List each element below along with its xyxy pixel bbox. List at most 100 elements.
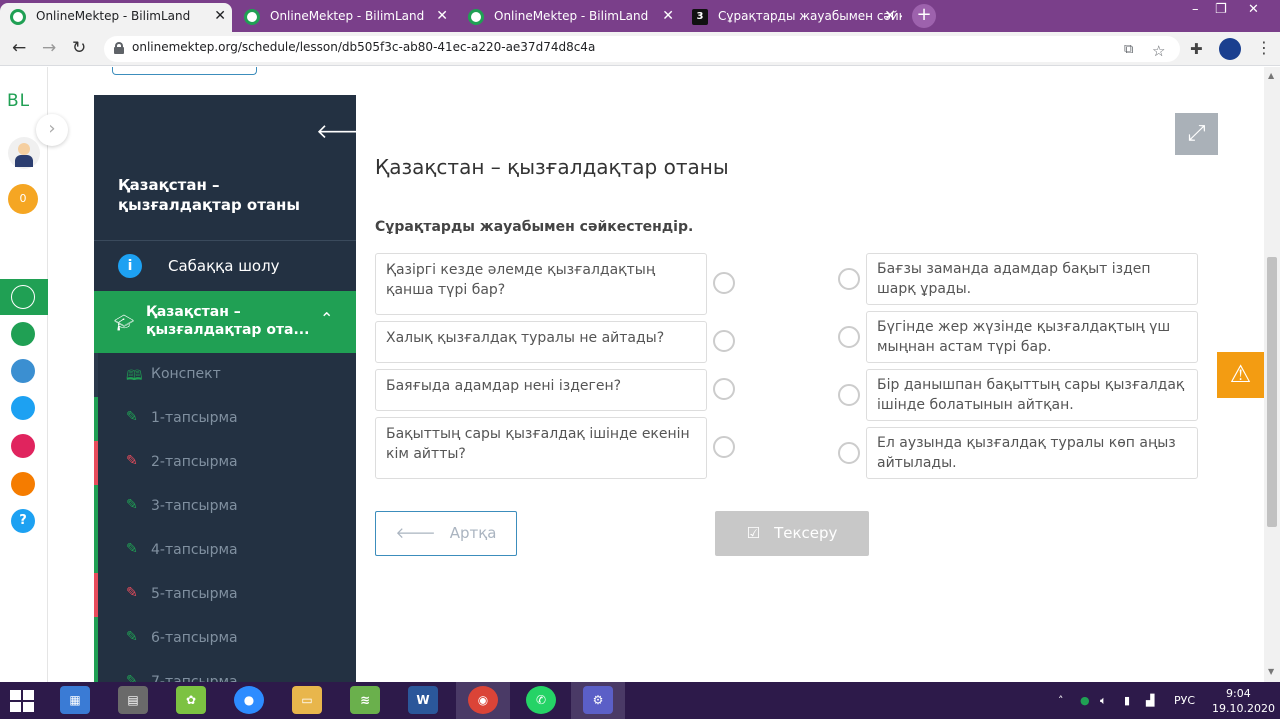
zoom-icon[interactable]: ● [234,686,264,714]
avatar[interactable] [8,137,40,169]
help-icon[interactable]: ? [11,509,35,533]
browser-tab-2[interactable]: OnlineMektep - BilimLand ✕ [234,3,454,32]
close-tab-icon[interactable]: ✕ [214,3,226,29]
tray-expand-icon[interactable]: ˄ [1058,694,1064,707]
minimize-icon[interactable]: – [1192,2,1199,17]
restore-icon[interactable]: ❐ [1215,2,1227,17]
books-app-icon[interactable]: ≋ [350,686,380,714]
answer-card-3[interactable]: Бір данышпан бақыттың сары қызғалдақ іші… [866,369,1198,421]
bilimland-icon[interactable] [11,322,35,346]
sidebar-item-task-4[interactable]: ✎ 4-тапсырма [94,529,356,573]
word-icon[interactable]: W [408,686,438,714]
bilimland-favicon-icon [244,9,260,25]
sidebar-item-label: Конспект [151,366,221,382]
question-2-connector[interactable] [713,330,735,352]
answer-card-1[interactable]: Бағзы заманда адамдар бақыт іздеп шарқ ұ… [866,253,1198,305]
clock-date[interactable]: 19.10.2020 [1212,702,1275,715]
security-shield-icon[interactable]: ● [1080,694,1090,707]
task-instruction: Сұрақтарды жауабымен сәйкестендір. [375,219,694,235]
question-1-connector[interactable] [713,272,735,294]
clock-time[interactable]: 9:04 [1226,687,1251,700]
answer-card-4[interactable]: Ел аузында қызғалдақ туралы көп аңыз айт… [866,427,1198,479]
chrome-icon[interactable]: ◉ [468,686,498,714]
network-icon[interactable]: ▟ [1146,694,1154,707]
scroll-up-icon[interactable]: ▲ [1268,71,1274,80]
browser-tab-3[interactable]: OnlineMektep - BilimLand ✕ [458,3,680,32]
browser-tab-4[interactable]: 3 Сұрақтарды жауабымен сәйкес ✕ [682,3,902,32]
close-tab-icon[interactable]: ✕ [884,3,896,29]
sidebar-item-task-3[interactable]: ✎ 3-тапсырма [94,485,356,529]
chevron-up-icon[interactable]: ⌃ [320,309,333,328]
online-mektep-icon[interactable] [11,285,35,309]
answer-2-connector[interactable] [838,326,860,348]
answer-3-connector[interactable] [838,384,860,406]
sidebar-item-konspekt[interactable]: 🕮 Конспект [94,353,356,397]
question-3-connector[interactable] [713,378,735,400]
windows-start-icon[interactable] [10,690,34,712]
bilim-book-icon[interactable] [11,359,35,383]
sidebar-item-task-6[interactable]: ✎ 6-тапсырма [94,617,356,661]
battery-icon[interactable]: ▮ [1124,694,1130,707]
translate-icon[interactable]: ⧉ [1124,42,1133,57]
question-card-3[interactable]: Баяғыда адамдар нені іздеген? [375,369,707,411]
bzz-app-icon[interactable] [11,396,35,420]
sidebar-item-label: 4-тапсырма [151,542,238,558]
question-card-2[interactable]: Халық қызғалдақ туралы не айтады? [375,321,707,363]
sidebar-item-label: 7-тапсырма [151,674,238,682]
forward-arrow-icon[interactable]: → [42,38,56,58]
check-button-label: Тексеру [774,524,838,542]
browser-menu-icon[interactable]: ⋮ [1256,38,1272,57]
profile-avatar-icon[interactable] [1219,38,1241,60]
sidebar-item-task-7[interactable]: ✎ 7-тапсырма [94,661,356,682]
back-button[interactable]: 🡐 Артқа [375,511,517,556]
sidebar-item-task-1[interactable]: ✎ 1-тапсырма [94,397,356,441]
answer-4-connector[interactable] [838,442,860,464]
question-card-4[interactable]: Бақыттың сары қызғалдақ ішінде екенін кі… [375,417,707,479]
check-button[interactable]: ☑ Тексеру [715,511,869,556]
edit-icon: ✎ [126,409,138,425]
bilimland-orange-icon[interactable] [11,472,35,496]
new-tab-button[interactable]: + [912,4,936,28]
volume-icon[interactable]: 🔈︎ [1100,694,1107,708]
edit-icon: ✎ [126,673,138,682]
overview-label: Сабаққа шолу [168,257,280,275]
active-lesson-label: Қазақстан – қызғалдақтар ота... [146,304,310,338]
question-4-connector[interactable] [713,436,735,458]
extensions-icon[interactable]: ✚ [1190,40,1203,58]
input-language[interactable]: РУС [1174,694,1195,707]
scrollbar-thumb[interactable] [1267,257,1277,527]
answer-card-2[interactable]: Бүгінде жер жүзінде қызғалдақтың үш мыңн… [866,311,1198,363]
control-panel-icon[interactable]: ▦ [60,686,90,714]
scroll-down-icon[interactable]: ▼ [1268,667,1274,676]
app-rail: BL 0 ? [0,67,48,682]
warning-icon[interactable]: ⚠ [1217,352,1264,398]
edit-icon: ✎ [126,541,138,557]
back-arrow-icon[interactable]: 🡐 [316,119,356,143]
reload-icon[interactable]: ↻ [72,38,86,58]
app-icon[interactable]: ✿ [176,686,206,714]
lesson-sidebar: 🡐 Қазақстан – қызғалдақтар отаны i Сабақ… [94,95,356,682]
window-close-icon[interactable]: ✕ [1248,2,1259,17]
close-tab-icon[interactable]: ✕ [662,3,674,29]
browser-tab-1[interactable]: OnlineMektep - BilimLand ✕ [0,3,232,32]
fullscreen-icon[interactable]: ⤢ [1175,113,1218,155]
close-tab-icon[interactable]: ✕ [436,3,448,29]
calculator-icon[interactable]: ▤ [118,686,148,714]
sidebar-item-overview[interactable]: i Сабаққа шолу [94,241,356,291]
chevron-right-icon[interactable]: › [36,114,68,146]
file-explorer-icon[interactable]: ▭ [292,686,322,714]
info-icon: i [118,254,142,278]
twig-icon[interactable] [11,434,35,458]
question-card-1[interactable]: Қазіргі кезде әлемде қызғалдақтың қанша … [375,253,707,315]
sidebar-item-active-lesson[interactable]: 🎓︎ Қазақстан – қызғалдақтар ота... ⌃ [94,291,356,353]
browser-tab-bar: OnlineMektep - BilimLand ✕ OnlineMektep … [0,0,1280,32]
page-scrollbar[interactable]: ▲ ▼ [1264,67,1280,682]
settings-gear-icon[interactable]: ⚙ [583,686,613,714]
sidebar-item-task-5[interactable]: ✎ 5-тапсырма [94,573,356,617]
sidebar-item-task-2[interactable]: ✎ 2-тапсырма [94,441,356,485]
back-arrow-icon[interactable]: ← [12,38,26,58]
address-bar[interactable]: onlinemektep.org/schedule/lesson/db505f3… [104,36,1180,62]
bookmark-star-icon[interactable]: ☆ [1152,42,1165,60]
whatsapp-icon[interactable]: ✆ [526,686,556,714]
answer-1-connector[interactable] [838,268,860,290]
